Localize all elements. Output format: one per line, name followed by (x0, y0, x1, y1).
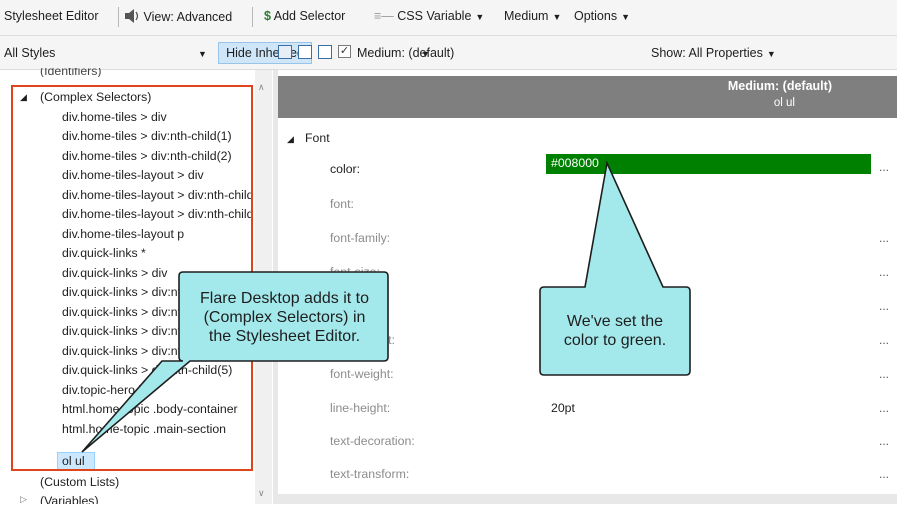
right-callout-text: We've set the color to green. (563, 313, 667, 349)
left-callout-text: Flare Desktop adds it to (Complex Select… (200, 290, 369, 345)
callout-shapes (81, 160, 691, 453)
